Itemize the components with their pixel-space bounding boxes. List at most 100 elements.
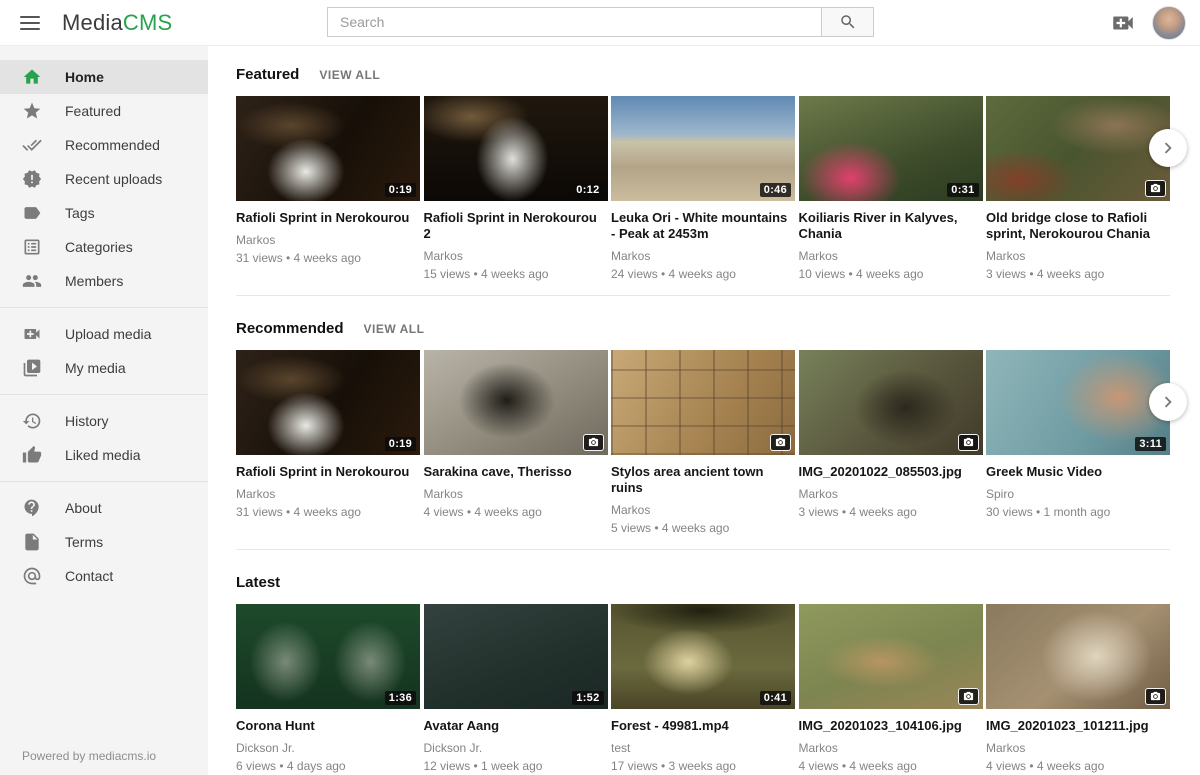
media-thumbnail[interactable]: 1:36 xyxy=(236,604,420,709)
user-avatar[interactable] xyxy=(1152,6,1186,40)
media-title[interactable]: Stylos area ancient town ruins xyxy=(611,464,789,496)
media-title[interactable]: Rafioli Sprint in Nerokourou xyxy=(236,464,414,480)
media-author[interactable]: Markos xyxy=(611,249,795,263)
media-title[interactable]: Koiliaris River in Kalyves, Chania xyxy=(799,210,977,242)
media-thumbnail[interactable] xyxy=(986,604,1170,709)
media-thumbnail[interactable]: 0:31 xyxy=(799,96,983,201)
section-title: Latest xyxy=(236,574,280,591)
sidebar-item-liked-media[interactable]: Liked media xyxy=(0,438,208,472)
media-author[interactable]: Spiro xyxy=(986,487,1170,501)
media-card[interactable]: 0:19 Rafioli Sprint in Nerokourou Markos… xyxy=(236,96,420,281)
sidebar-item-my-media[interactable]: My media xyxy=(0,351,208,385)
media-thumbnail[interactable] xyxy=(424,350,608,455)
carousel-next-button[interactable] xyxy=(1149,129,1187,167)
media-author[interactable]: Markos xyxy=(799,487,983,501)
media-title[interactable]: Rafioli Sprint in Nerokourou 2 xyxy=(424,210,602,242)
media-card[interactable]: IMG_20201023_101211.jpg Markos 4 views •… xyxy=(986,604,1170,773)
media-title[interactable]: Old bridge close to Rafioli sprint, Nero… xyxy=(986,210,1164,242)
media-card[interactable]: IMG_20201022_085503.jpg Markos 3 views •… xyxy=(799,350,983,535)
media-card[interactable]: Stylos area ancient town ruins Markos 5 … xyxy=(611,350,795,535)
media-title[interactable]: IMG_20201023_104106.jpg xyxy=(799,718,977,734)
media-author[interactable]: Markos xyxy=(611,503,795,517)
media-card[interactable]: 0:19 Rafioli Sprint in Nerokourou Markos… xyxy=(236,350,420,535)
home-icon xyxy=(22,67,42,87)
app-logo[interactable]: MediaCMS xyxy=(62,10,172,36)
menu-icon[interactable] xyxy=(20,12,40,34)
video-library-icon xyxy=(22,358,42,378)
media-thumbnail[interactable]: 0:19 xyxy=(236,96,420,201)
media-author[interactable]: Markos xyxy=(424,249,608,263)
media-views-age: 31 views • 4 weeks ago xyxy=(236,505,420,519)
media-author[interactable]: Markos xyxy=(236,487,420,501)
sidebar-divider xyxy=(0,307,208,308)
help-icon xyxy=(22,498,42,518)
media-thumbnail[interactable] xyxy=(986,96,1170,201)
header-actions xyxy=(1110,6,1186,40)
upload-media-icon[interactable] xyxy=(1110,10,1136,36)
media-author[interactable]: Dickson Jr. xyxy=(424,741,608,755)
media-title[interactable]: Greek Music Video xyxy=(986,464,1164,480)
media-thumbnail[interactable]: 1:52 xyxy=(424,604,608,709)
carousel-next-button[interactable] xyxy=(1149,383,1187,421)
sidebar-item-history[interactable]: History xyxy=(0,404,208,438)
sidebar-item-tags[interactable]: Tags xyxy=(0,196,208,230)
sidebar-item-home[interactable]: Home xyxy=(0,60,208,94)
media-author[interactable]: Markos xyxy=(799,249,983,263)
section-title: Recommended xyxy=(236,320,344,337)
media-thumbnail[interactable]: 3:11 xyxy=(986,350,1170,455)
media-title[interactable]: Sarakina cave, Therisso xyxy=(424,464,602,480)
view-all-link[interactable]: VIEW ALL xyxy=(364,322,425,336)
sidebar-item-terms[interactable]: Terms xyxy=(0,525,208,559)
sidebar-item-about[interactable]: About xyxy=(0,491,208,525)
sidebar-item-upload-media[interactable]: Upload media xyxy=(0,317,208,351)
sidebar-item-members[interactable]: Members xyxy=(0,264,208,298)
sidebar-item-categories[interactable]: Categories xyxy=(0,230,208,264)
media-thumbnail[interactable]: 0:41 xyxy=(611,604,795,709)
media-thumbnail[interactable] xyxy=(799,350,983,455)
media-title[interactable]: Rafioli Sprint in Nerokourou xyxy=(236,210,414,226)
sidebar-item-featured[interactable]: Featured xyxy=(0,94,208,128)
media-author[interactable]: test xyxy=(611,741,795,755)
media-title[interactable]: Leuka Ori - White mountains - Peak at 24… xyxy=(611,210,789,242)
media-card[interactable]: 1:52 Avatar Aang Dickson Jr. 12 views • … xyxy=(424,604,608,773)
media-title[interactable]: IMG_20201023_101211.jpg xyxy=(986,718,1164,734)
sidebar-item-recommended[interactable]: Recommended xyxy=(0,128,208,162)
card-row: 0:19 Rafioli Sprint in Nerokourou Markos… xyxy=(236,350,1170,535)
search-input[interactable] xyxy=(327,7,822,37)
media-title[interactable]: Forest - 49981.mp4 xyxy=(611,718,789,734)
media-author[interactable]: Dickson Jr. xyxy=(236,741,420,755)
media-author[interactable]: Markos xyxy=(986,249,1170,263)
media-card[interactable]: Sarakina cave, Therisso Markos 4 views •… xyxy=(424,350,608,535)
sidebar-item-contact[interactable]: Contact xyxy=(0,559,208,593)
media-title[interactable]: IMG_20201022_085503.jpg xyxy=(799,464,977,480)
media-card[interactable]: 0:46 Leuka Ori - White mountains - Peak … xyxy=(611,96,795,281)
media-author[interactable]: Markos xyxy=(424,487,608,501)
media-card[interactable]: Old bridge close to Rafioli sprint, Nero… xyxy=(986,96,1170,281)
view-all-link[interactable]: VIEW ALL xyxy=(319,68,380,82)
sidebar-item-recent-uploads[interactable]: Recent uploads xyxy=(0,162,208,196)
media-card[interactable]: 1:36 Corona Hunt Dickson Jr. 6 views • 4… xyxy=(236,604,420,773)
media-thumbnail[interactable]: 0:12 xyxy=(424,96,608,201)
media-title[interactable]: Corona Hunt xyxy=(236,718,414,734)
media-thumbnail[interactable] xyxy=(799,604,983,709)
media-card[interactable]: 0:41 Forest - 49981.mp4 test 17 views • … xyxy=(611,604,795,773)
sidebar-item-label: Members xyxy=(65,273,123,289)
search-button[interactable] xyxy=(821,7,874,37)
media-thumbnail[interactable] xyxy=(611,350,795,455)
duration-badge: 0:31 xyxy=(947,183,978,197)
media-card[interactable]: 3:11 Greek Music Video Spiro 30 views • … xyxy=(986,350,1170,535)
media-author[interactable]: Markos xyxy=(236,233,420,247)
media-author[interactable]: Markos xyxy=(986,741,1170,755)
media-thumbnail[interactable]: 0:46 xyxy=(611,96,795,201)
media-card[interactable]: IMG_20201023_104106.jpg Markos 4 views •… xyxy=(799,604,983,773)
media-card[interactable]: 0:31 Koiliaris River in Kalyves, Chania … xyxy=(799,96,983,281)
new-releases-icon xyxy=(22,169,42,189)
section-title: Featured xyxy=(236,66,299,83)
media-author[interactable]: Markos xyxy=(799,741,983,755)
photo-camera-icon xyxy=(958,688,979,705)
sidebar-item-label: Recent uploads xyxy=(65,171,162,187)
duration-badge: 3:11 xyxy=(1135,437,1166,451)
media-title[interactable]: Avatar Aang xyxy=(424,718,602,734)
media-card[interactable]: 0:12 Rafioli Sprint in Nerokourou 2 Mark… xyxy=(424,96,608,281)
media-thumbnail[interactable]: 0:19 xyxy=(236,350,420,455)
